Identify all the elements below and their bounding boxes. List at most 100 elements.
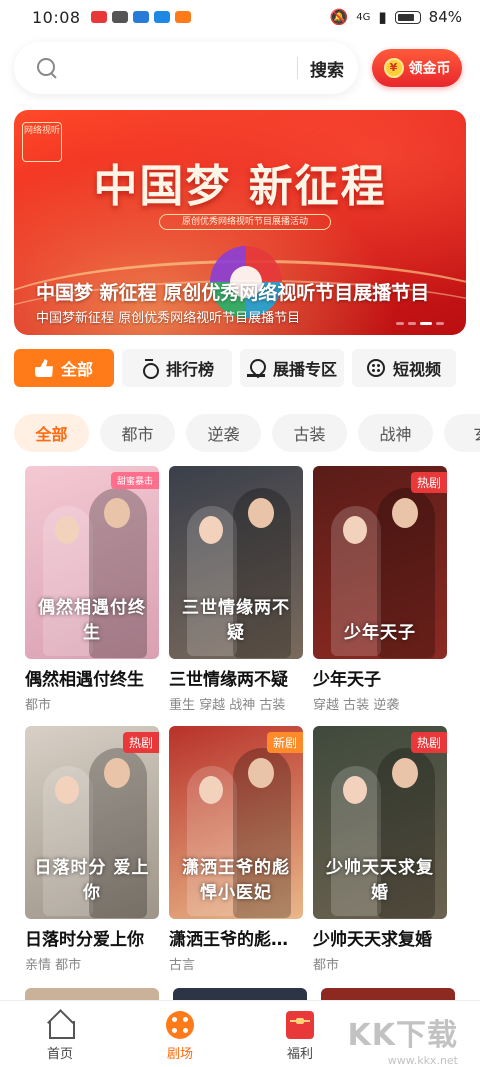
drama-badge: 甜蜜暴击 [110, 472, 159, 489]
genre-tab[interactable]: 古装 [272, 414, 347, 452]
drama-badge: 热剧 [410, 732, 447, 753]
genre-tabs: 全部都市逆袭古装战神玄 [14, 414, 480, 452]
quick-nav-label: 排行榜 [165, 360, 214, 379]
drama-poster[interactable]: 少年天子 热剧 [313, 466, 447, 659]
watermark: KK下载 www.kkx.net [348, 1010, 459, 1067]
drama-tags: 穿越 古装 逆袭 [313, 698, 400, 713]
genre-tab[interactable]: 玄 [444, 414, 480, 452]
drama-poster[interactable]: 少帅天天求复婚 热剧 [313, 726, 447, 919]
banner-headline: 中国梦 新征程 [93, 161, 387, 212]
bottom-nav-label: 剧场 [166, 1047, 193, 1062]
genre-tab[interactable]: 都市 [100, 414, 175, 452]
drama-title[interactable]: 三世情缘两不疑 [169, 665, 303, 690]
poster-face [55, 516, 79, 544]
drama-poster[interactable]: 潇洒王爷的彪悍小医妃 新剧 [169, 726, 303, 919]
quick-nav-0[interactable]: 全部 [14, 349, 114, 387]
banner-dot [420, 322, 432, 325]
shield-icon [111, 11, 128, 23]
poster-title-art: 少帅天天求复婚 [326, 858, 434, 903]
poster-face [392, 498, 418, 528]
drama-title[interactable]: 少帅天天求复婚 [313, 925, 447, 950]
medal-icon [140, 359, 159, 379]
poster-face [199, 516, 223, 544]
drama-poster[interactable]: 日落时分 爱上你 热剧 [25, 726, 159, 919]
thumbs-up-icon [34, 359, 53, 377]
drama-tags: 都市 [25, 698, 52, 713]
drama-title[interactable]: 潇洒王爷的彪… [169, 925, 303, 950]
claim-coins-label: 领金币 [408, 61, 451, 77]
network-label: 4G [356, 11, 371, 23]
banner-dot [396, 322, 404, 325]
banner-title: 中国梦 新征程 原创优秀网络视听节目展播节目 [36, 282, 430, 304]
poster-face [343, 516, 367, 544]
promo-banner[interactable]: 网络视听 中国梦 新征程 原创优秀网络视听节目展播活动 中国梦 新征程 原创优秀… [14, 110, 466, 335]
poster-face [248, 758, 274, 788]
drama-title[interactable]: 日落时分爱上你 [25, 925, 159, 950]
watermark-url: www.kkx.net [387, 1054, 458, 1067]
banner-ribbon: 原创优秀网络视听节目展播活动 [159, 214, 331, 230]
drama-card[interactable]: 潇洒王爷的彪悍小医妃 新剧 潇洒王爷的彪… 古言 [169, 726, 303, 973]
notification-icons [90, 11, 191, 23]
battery-icon [394, 10, 421, 24]
banner-pagination [396, 322, 444, 325]
poster-title-art: 少年天子 [344, 623, 416, 643]
banner-subtitle: 中国梦新征程 原创优秀网络视听节目展播节目 [36, 311, 301, 326]
bottom-nav-item[interactable]: 首页 [0, 1001, 120, 1067]
drama-tags: 亲情 都市 [25, 958, 82, 973]
quick-nav: 全部 排行榜 展播专区 短视频 [14, 349, 480, 387]
drama-badge: 热剧 [410, 472, 447, 493]
poster-face [104, 498, 130, 528]
signal-icon: ▮ [378, 8, 387, 26]
claim-coins-button[interactable]: ¥ 领金币 [372, 49, 462, 87]
bottom-nav-item[interactable]: 福利 [240, 1001, 360, 1067]
bottom-nav-item[interactable]: 剧场 [120, 1001, 240, 1067]
drama-poster[interactable]: 偶然相遇付终生 甜蜜暴击 [25, 466, 159, 659]
poster-face [248, 498, 274, 528]
quick-nav-label: 展播专区 [272, 360, 337, 379]
drama-card[interactable]: 三世情缘两不疑 三世情缘两不疑 重生 穿越 战神 古装 [169, 466, 303, 713]
app-notification-icon [153, 11, 170, 23]
banner-dot [408, 322, 416, 325]
drama-tags: 都市 [313, 958, 340, 973]
drama-card[interactable]: 少年天子 热剧少年天子穿越 古装 逆袭 [313, 466, 447, 713]
battery-level: 84% [428, 8, 462, 26]
genre-tab[interactable]: 全部 [14, 414, 89, 452]
drama-card[interactable]: 少帅天天求复婚 热剧少帅天天求复婚都市 [313, 726, 447, 973]
quick-nav-3[interactable]: 短视频 [352, 349, 456, 387]
drama-tags: 重生 穿越 战神 古装 [169, 698, 286, 713]
poster-face [104, 758, 130, 788]
drama-card[interactable]: 日落时分 爱上你 热剧日落时分爱上你亲情 都市 [25, 726, 159, 973]
bottom-nav-label: 首页 [46, 1047, 73, 1062]
quick-nav-label: 短视频 [392, 360, 441, 379]
play-icon [174, 11, 191, 23]
drama-card[interactable]: 偶然相遇付终生 甜蜜暴击偶然相遇付终生都市 [25, 466, 159, 713]
location-pin-icon [246, 359, 265, 377]
quick-nav-1[interactable]: 排行榜 [122, 349, 232, 387]
drama-title[interactable]: 偶然相遇付终生 [25, 665, 159, 690]
mute-icon: 🔕 [329, 8, 349, 26]
app-notification-icon [90, 11, 107, 23]
search-row: 搜索 ¥ 领金币 [14, 42, 466, 94]
genre-tab[interactable]: 逆袭 [186, 414, 261, 452]
drama-title[interactable]: 少年天子 [313, 665, 447, 690]
poster-title-art: 潇洒王爷的彪悍小医妃 [182, 858, 290, 903]
status-bar: 10:08 🔕 4G ▮ 84% [0, 0, 480, 34]
home-icon [46, 1011, 75, 1039]
coin-icon: ¥ [383, 58, 404, 78]
theater-icon [166, 1011, 194, 1039]
quick-nav-2[interactable]: 展播专区 [240, 349, 344, 387]
red-envelope-icon [286, 1011, 314, 1039]
poster-face [55, 776, 79, 804]
search-button[interactable]: 搜索 [310, 56, 344, 81]
poster-title-art: 三世情缘两不疑 [182, 598, 290, 643]
drama-poster[interactable]: 三世情缘两不疑 [169, 466, 303, 659]
search-input[interactable] [68, 53, 297, 83]
film-reel-icon [366, 359, 385, 377]
quick-nav-label: 全部 [60, 360, 93, 379]
banner-dot [436, 322, 444, 325]
search-icon[interactable] [36, 57, 58, 79]
drama-badge: 热剧 [122, 732, 159, 753]
search-box: 搜索 [14, 42, 358, 94]
genre-tab[interactable]: 战神 [358, 414, 433, 452]
poster-face [392, 758, 418, 788]
